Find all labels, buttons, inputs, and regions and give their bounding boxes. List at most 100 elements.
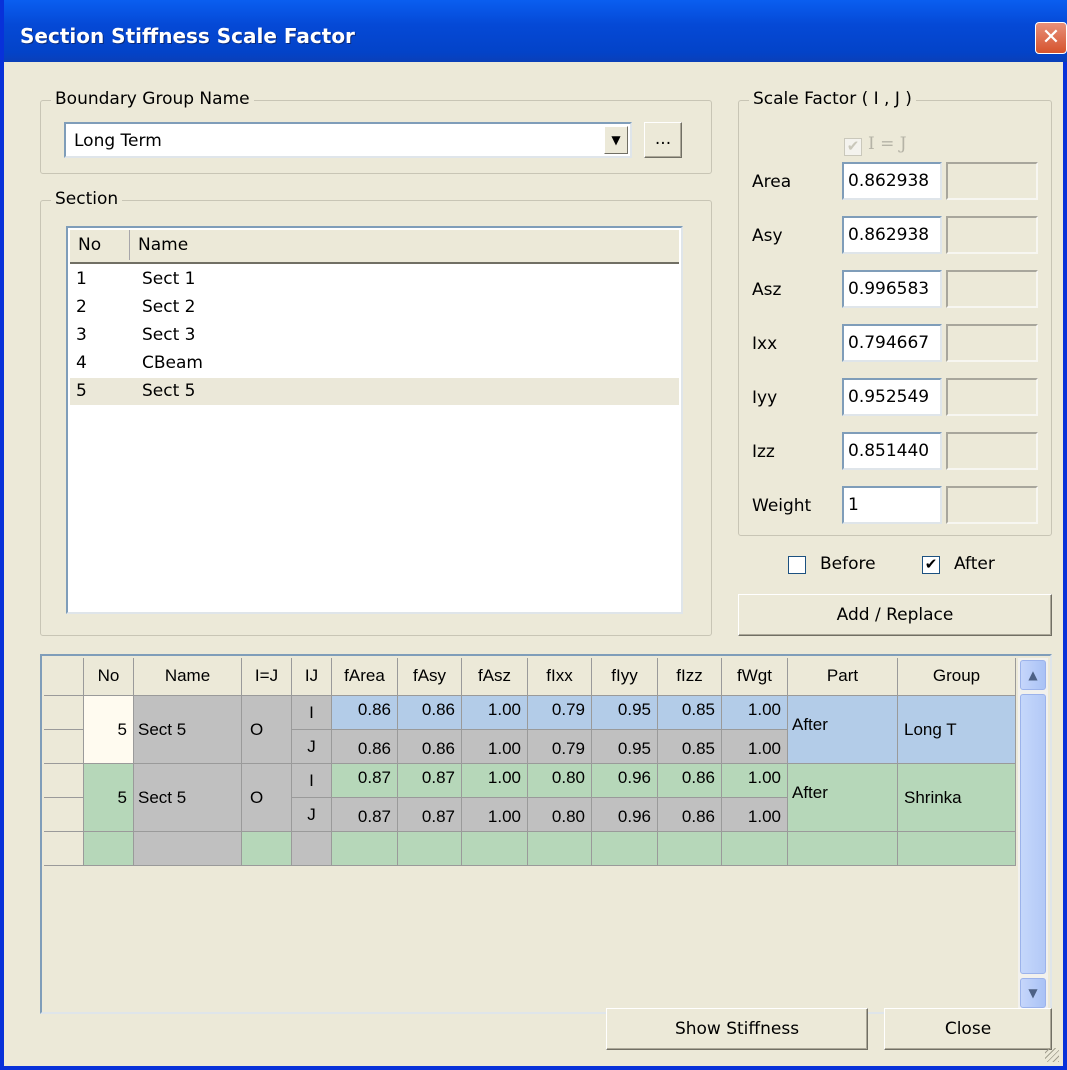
grid-header-fixx[interactable]: fIxx [528, 658, 592, 696]
grid-cell-part[interactable]: After [788, 696, 898, 764]
grid-cell-factor-j[interactable]: 1.00 [722, 798, 788, 832]
grid-cell-factor-i[interactable]: 0.87 [398, 764, 462, 798]
grid-header-ij[interactable]: IJ [292, 658, 332, 696]
grid-cell-factor-i[interactable]: 0.85 [658, 696, 722, 730]
grid-header-fwgt[interactable]: fWgt [722, 658, 788, 696]
grid-header-group[interactable]: Group [898, 658, 1016, 696]
grid-cell-factor-i[interactable]: 0.80 [528, 764, 592, 798]
grid-cell-factor-j[interactable]: 0.87 [332, 798, 398, 832]
grid-row-selector[interactable] [44, 764, 84, 798]
scale-input-area[interactable]: 0.862938 [842, 162, 942, 200]
show-stiffness-button[interactable]: Show Stiffness [606, 1008, 868, 1050]
stiffness-grid[interactable]: No Name I=J IJ fArea fAsy fAsz fIxx fIyy fIzz fWgt… [40, 654, 1052, 1014]
grid-corner-header[interactable] [44, 658, 84, 696]
section-list-item[interactable]: 1 Sect 1 [70, 266, 679, 293]
grid-cell-factor-j[interactable]: 0.80 [528, 798, 592, 832]
grid-cell-factor-j[interactable]: 0.87 [398, 798, 462, 832]
grid-cell-no[interactable]: 5 [84, 764, 134, 832]
scale-input-asy[interactable]: 0.862938 [842, 216, 942, 254]
grid-new-row-cell[interactable] [242, 832, 292, 866]
grid-header-fasy[interactable]: fAsy [398, 658, 462, 696]
grid-new-row-cell[interactable] [528, 832, 592, 866]
grid-row-selector[interactable] [44, 798, 84, 832]
grid-cell-factor-j[interactable]: 0.96 [592, 798, 658, 832]
grid-cell-factor-j[interactable]: 1.00 [722, 730, 788, 764]
scale-input-asz[interactable]: 0.996583 [842, 270, 942, 308]
grid-cell-factor-i[interactable]: 1.00 [462, 696, 528, 730]
section-list[interactable]: No Name 1 Sect 1 2 Sect 2 3 Sect 3 4 CBeam 5 Sect… [66, 226, 683, 614]
grid-new-row-cell[interactable] [658, 832, 722, 866]
close-button[interactable]: Close [884, 1008, 1052, 1050]
grid-new-row-cell[interactable] [134, 832, 242, 866]
grid-header-ij[interactable]: I=J [242, 658, 292, 696]
resize-grip-icon[interactable] [1045, 1048, 1059, 1062]
column-header-name[interactable]: Name [130, 230, 681, 260]
grid-cell-factor-i[interactable]: 1.00 [722, 696, 788, 730]
boundary-group-select[interactable]: Long Term ▼ [64, 122, 632, 158]
grid-cell-factor-i[interactable]: 0.86 [332, 696, 398, 730]
close-icon[interactable]: ✕ [1035, 22, 1067, 54]
column-header-no[interactable]: No [70, 230, 130, 260]
grid-cell-factor-j[interactable]: 0.79 [528, 730, 592, 764]
scale-input-ixx[interactable]: 0.794667 [842, 324, 942, 362]
grid-cell-factor-i[interactable]: 1.00 [462, 764, 528, 798]
grid-new-row-cell[interactable] [788, 832, 898, 866]
browse-button[interactable]: ... [644, 122, 682, 158]
grid-new-row-cell[interactable] [84, 832, 134, 866]
grid-new-row-cell[interactable] [592, 832, 658, 866]
grid-cell-factor-j[interactable]: 0.95 [592, 730, 658, 764]
grid-cell-factor-j[interactable]: 0.86 [332, 730, 398, 764]
grid-cell-factor-i[interactable]: 0.87 [332, 764, 398, 798]
grid-row-selector[interactable] [44, 730, 84, 764]
grid-header-name[interactable]: Name [134, 658, 242, 696]
grid-header-fasz[interactable]: fAsz [462, 658, 528, 696]
ieqj-checkbox[interactable]: ✔ [844, 138, 862, 156]
grid-cell-factor-i[interactable]: 1.00 [722, 764, 788, 798]
grid-header-fizz[interactable]: fIzz [658, 658, 722, 696]
section-list-item[interactable]: 3 Sect 3 [70, 322, 679, 349]
grid-new-row-cell[interactable] [292, 832, 332, 866]
grid-cell-no[interactable]: 5 [84, 696, 134, 764]
scale-input-izz[interactable]: 0.851440 [842, 432, 942, 470]
grid-new-row-cell[interactable] [398, 832, 462, 866]
grid-new-row-cell[interactable] [332, 832, 398, 866]
title-bar[interactable]: Section Stiffness Scale Factor ✕ [4, 0, 1067, 62]
grid-cell-factor-i[interactable]: 0.79 [528, 696, 592, 730]
grid-vertical-scrollbar[interactable]: ▲ ▼ [1018, 658, 1048, 1010]
scroll-thumb[interactable] [1020, 694, 1046, 974]
grid-cell-group[interactable]: Long T [898, 696, 1016, 764]
before-checkbox[interactable] [788, 556, 806, 574]
section-list-item[interactable]: 4 CBeam [70, 350, 679, 377]
grid-row-selector[interactable] [44, 696, 84, 730]
grid-cell-ieqj[interactable]: O [242, 764, 292, 832]
grid-cell-factor-i[interactable]: 0.96 [592, 764, 658, 798]
section-list-item[interactable]: 2 Sect 2 [70, 294, 679, 321]
grid-header-farea[interactable]: fArea [332, 658, 398, 696]
grid-cell-factor-j[interactable]: 0.85 [658, 730, 722, 764]
grid-new-row-cell[interactable] [898, 832, 1016, 866]
grid-cell-factor-j[interactable]: 1.00 [462, 798, 528, 832]
grid-cell-factor-i[interactable]: 0.86 [658, 764, 722, 798]
scale-input-weight[interactable]: 1 [842, 486, 942, 524]
grid-cell-factor-i[interactable]: 0.86 [398, 696, 462, 730]
grid-cell-factor-j[interactable]: 1.00 [462, 730, 528, 764]
grid-cell-ieqj[interactable]: O [242, 696, 292, 764]
grid-header-no[interactable]: No [84, 658, 134, 696]
grid-header-fiyy[interactable]: fIyy [592, 658, 658, 696]
grid-row-selector[interactable] [44, 832, 84, 866]
scroll-down-icon[interactable]: ▼ [1020, 978, 1046, 1008]
scale-input-iyy[interactable]: 0.952549 [842, 378, 942, 416]
grid-cell-name[interactable]: Sect 5 [134, 696, 242, 764]
grid-new-row-cell[interactable] [462, 832, 528, 866]
grid-cell-part[interactable]: After [788, 764, 898, 832]
grid-cell-group[interactable]: Shrinka [898, 764, 1016, 832]
grid-cell-factor-j[interactable]: 0.86 [398, 730, 462, 764]
scroll-up-icon[interactable]: ▲ [1020, 660, 1046, 690]
grid-cell-factor-i[interactable]: 0.95 [592, 696, 658, 730]
section-list-item[interactable]: 5 Sect 5 [70, 378, 679, 405]
grid-cell-factor-j[interactable]: 0.86 [658, 798, 722, 832]
after-checkbox[interactable]: ✔ [922, 556, 940, 574]
grid-cell-name[interactable]: Sect 5 [134, 764, 242, 832]
dropdown-arrow-icon[interactable]: ▼ [604, 126, 628, 154]
add-replace-button[interactable]: Add / Replace [738, 594, 1052, 636]
